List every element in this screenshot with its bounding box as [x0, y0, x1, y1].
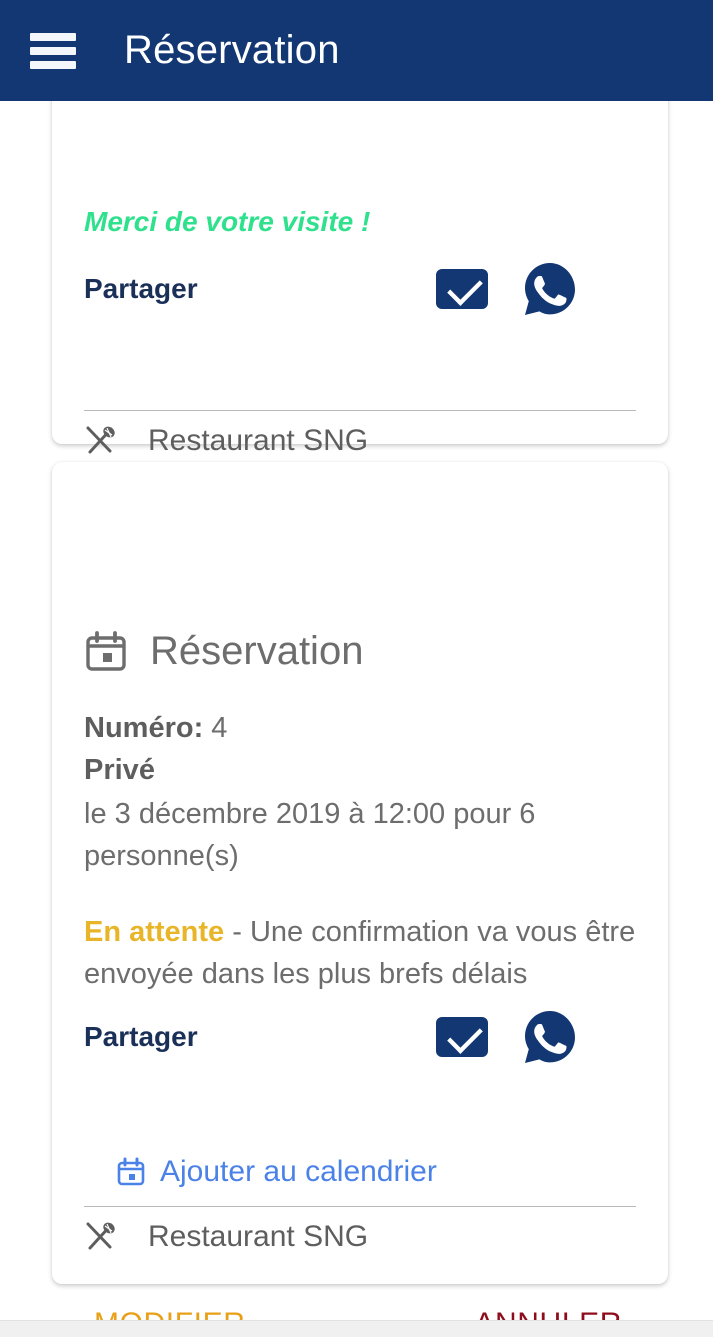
hamburger-menu-icon[interactable] [30, 32, 76, 69]
reservation-title: Réservation [150, 629, 364, 673]
restaurant-cutlery-icon [84, 424, 118, 458]
current-reservation-card: Réservation Numéro: 4 Privé le 3 décembr… [52, 462, 668, 1320]
restaurant-cutlery-icon [84, 1220, 118, 1254]
reservation-number-value: 4 [211, 712, 228, 744]
email-icon[interactable] [436, 1017, 488, 1057]
page-title: Réservation [124, 28, 340, 72]
card-divider [84, 1206, 636, 1207]
add-to-calendar-label: Ajouter au calendrier [160, 1155, 437, 1188]
venue-name: Restaurant SNG [148, 424, 369, 457]
previous-reservation-card: Merci de votre visite ! Partager Restaur… [52, 101, 668, 457]
reservation-header: Réservation [84, 629, 363, 674]
reservation-schedule: le 3 décembre 2019 à 12:00 pour 6 person… [84, 798, 536, 872]
reservation-number-line: Numéro: 4 [84, 707, 636, 749]
venue-name: Restaurant SNG [148, 1220, 369, 1253]
venue-row-current: Restaurant SNG [84, 1220, 368, 1254]
hamburger-bar-3 [30, 60, 76, 69]
share-icons-current [436, 1009, 578, 1065]
add-to-calendar-link[interactable]: Ajouter au calendrier [116, 1155, 437, 1189]
whatsapp-icon[interactable] [522, 261, 578, 317]
reservation-type-value: Privé [84, 754, 155, 786]
calendar-add-icon [116, 1157, 146, 1187]
reservation-status: En attente - Une confirmation va vous êt… [84, 911, 636, 995]
venue-row-previous: Restaurant SNG [84, 424, 368, 458]
card-divider [84, 410, 636, 411]
email-icon[interactable] [436, 269, 488, 309]
card-actions: MODIFIER ANNULER [84, 1307, 636, 1320]
cancel-button[interactable]: ANNULER [474, 1307, 622, 1320]
app-bar: Réservation [0, 0, 713, 101]
reservation-type: Privé [84, 749, 636, 791]
reservation-number-label: Numéro: [84, 712, 204, 744]
share-label: Partager [84, 273, 198, 304]
share-label: Partager [84, 1021, 198, 1052]
modify-button[interactable]: MODIFIER [94, 1307, 245, 1320]
whatsapp-icon[interactable] [522, 1009, 578, 1065]
hamburger-bar-1 [30, 32, 76, 41]
status-badge: En attente [84, 916, 225, 948]
calendar-icon [84, 630, 128, 674]
hamburger-bar-2 [30, 46, 76, 55]
share-row-previous: Partager [84, 263, 636, 315]
thanks-message: Merci de votre visite ! [84, 206, 371, 237]
bottom-bar [0, 1320, 713, 1337]
share-row-current: Partager [84, 1011, 636, 1063]
content-scroll-area[interactable]: Merci de votre visite ! Partager Restaur… [0, 101, 713, 1320]
share-icons-previous [436, 261, 578, 317]
